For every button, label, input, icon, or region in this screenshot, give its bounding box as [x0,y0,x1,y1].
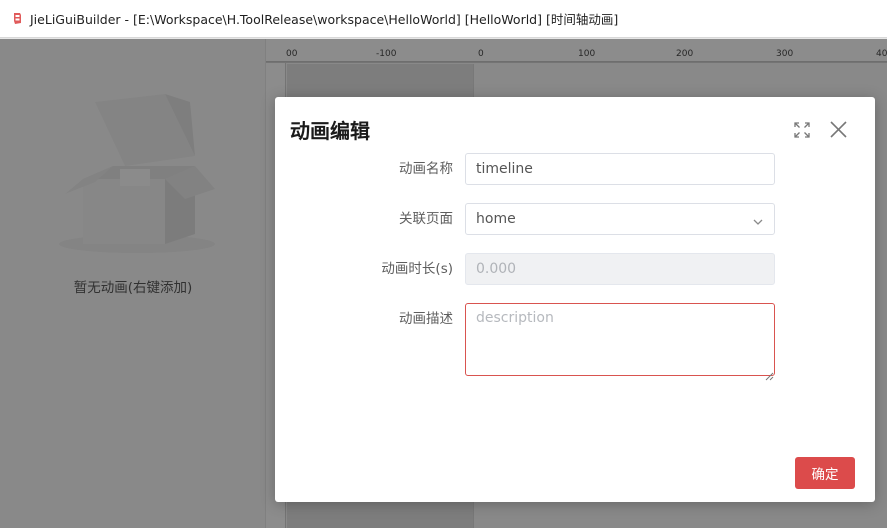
close-button[interactable] [828,119,848,139]
confirm-button[interactable]: 确定 [795,457,855,489]
app-logo-icon [12,12,23,25]
form-row-duration: 动画时长(s) [275,253,875,285]
description-textarea[interactable] [465,303,775,376]
fullscreen-icon [794,122,810,138]
form-row-name: 动画名称 [275,153,875,185]
close-icon [829,120,847,138]
duration-label: 动画时长(s) [381,261,453,277]
name-input[interactable] [465,153,775,185]
name-label: 动画名称 [399,161,453,177]
page-select[interactable]: home [465,203,775,235]
form-row-description: 动画描述 [275,303,875,381]
duration-input [465,253,775,285]
window-title: JieLiGuiBuilder - [E:\Workspace\H.ToolRe… [30,12,619,27]
chevron-down-icon [752,213,764,225]
dialog-title: 动画编辑 [290,119,370,143]
page-select-value: home [476,211,516,227]
resize-grip-icon[interactable] [765,366,774,381]
fullscreen-button[interactable] [792,120,812,140]
page-label: 关联页面 [399,211,453,227]
window-titlebar: JieLiGuiBuilder - [E:\Workspace\H.ToolRe… [0,0,887,38]
form-row-page: 关联页面 home [275,203,875,235]
description-label: 动画描述 [399,311,453,327]
animation-edit-dialog: 动画编辑 动画名称 关联页面 home [275,97,875,502]
